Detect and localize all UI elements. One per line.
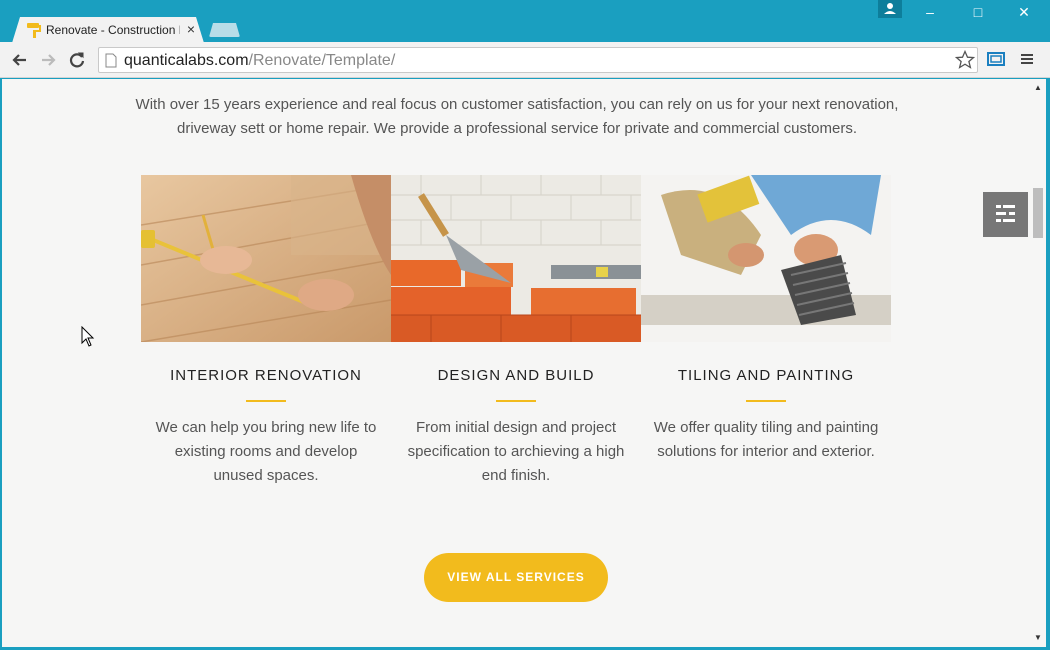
menu-icon[interactable]: [1020, 52, 1034, 66]
cast-icon[interactable]: [987, 51, 1005, 67]
title-divider: [746, 400, 786, 402]
service-description-design-and-build: From initial design and project specific…: [407, 419, 625, 484]
mouse-cursor-icon: [81, 326, 95, 347]
close-window-button[interactable]: ✕: [1001, 0, 1047, 26]
scroll-down-icon[interactable]: ▼: [1034, 633, 1042, 642]
page-icon: [105, 53, 117, 68]
service-description-interior-renovation: We can help you bring new life to existi…: [155, 419, 377, 484]
star-icon[interactable]: [955, 50, 975, 70]
reload-icon[interactable]: [67, 50, 87, 70]
page-viewport: With over 15 years experience and real f…: [2, 79, 1046, 647]
new-tab-button[interactable]: [209, 23, 240, 37]
browser-tab[interactable]: Renovate - Construction Renovation ×: [12, 17, 204, 43]
title-divider: [496, 400, 536, 402]
paint-roller-favicon-icon: [26, 22, 42, 38]
profile-icon: [884, 3, 896, 14]
url-text: quanticalabs.com/Renovate/Template/: [124, 52, 395, 70]
settings-list-icon: [996, 205, 1015, 222]
title-divider: [246, 400, 286, 402]
service-image-design-and-build[interactable]: [391, 175, 641, 342]
vertical-scrollbar[interactable]: ▲ ▼: [1030, 79, 1046, 647]
address-bar[interactable]: quanticalabs.com/Renovate/Template/: [98, 47, 978, 73]
browser-toolbar: quanticalabs.com/Renovate/Template/: [0, 42, 1050, 78]
browser-titlebar: Renovate - Construction Renovation × – □…: [0, 0, 1050, 42]
profile-button[interactable]: [878, 0, 902, 18]
service-description-tiling-and-painting: We offer quality tiling and painting sol…: [653, 419, 879, 460]
service-title-design-and-build: DESIGN AND BUILD: [437, 367, 595, 384]
service-title-interior-renovation: INTERIOR RENOVATION: [170, 367, 362, 384]
service-image-tiling-and-painting[interactable]: [641, 175, 891, 342]
close-tab-icon[interactable]: ×: [185, 21, 197, 37]
view-all-services-button[interactable]: VIEW ALL SERVICES: [424, 553, 608, 602]
tab-title: Renovate - Construction Renovation: [46, 23, 176, 37]
forward-arrow-icon[interactable]: [38, 50, 58, 70]
maximize-button[interactable]: □: [955, 0, 1001, 26]
scroll-up-icon[interactable]: ▲: [1034, 83, 1042, 92]
settings-panel-toggle[interactable]: [983, 192, 1028, 237]
url-host: quanticalabs.com: [124, 52, 249, 69]
scrollbar-thumb[interactable]: [1033, 188, 1043, 238]
back-arrow-icon[interactable]: [10, 50, 30, 70]
service-image-interior-renovation[interactable]: [141, 175, 391, 342]
intro-paragraph: With over 15 years experience and real f…: [135, 96, 899, 137]
url-path: /Renovate/Template/: [248, 52, 396, 69]
service-title-tiling-and-painting: TILING AND PAINTING: [677, 367, 855, 384]
minimize-button[interactable]: –: [907, 0, 953, 26]
